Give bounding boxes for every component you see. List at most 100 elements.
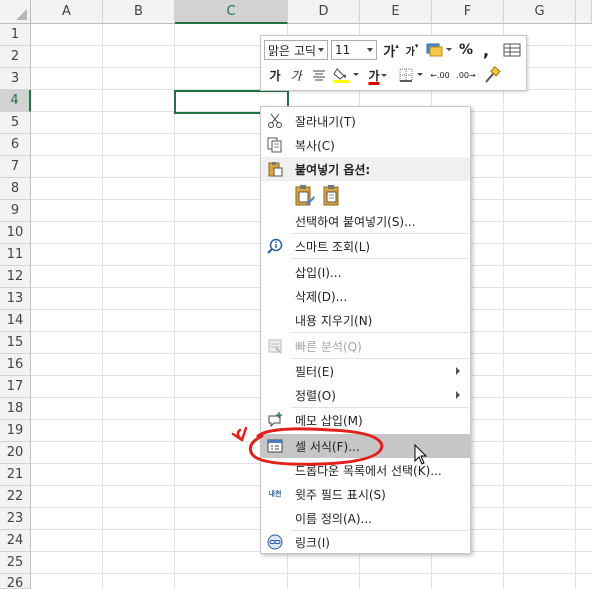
column-header-b[interactable]: B [103,0,175,24]
accounting-format-button[interactable] [424,40,454,60]
fill-color-button[interactable] [332,65,360,85]
row-header-9[interactable]: 9 [0,200,31,222]
menu-item-delete[interactable]: 삭제(D)... [261,284,470,308]
increase-decimal-button[interactable]: .00→ [455,65,477,85]
row-header-11[interactable]: 11 [0,244,31,266]
font-name-select[interactable]: 맑은 고딕 [264,40,328,60]
row-header-3[interactable]: 3 [0,68,31,90]
link-icon [267,534,283,550]
column-header-e[interactable]: E [360,0,432,24]
menu-item-paste-special[interactable]: 선택하여 붙여넣기(S)... [261,209,470,233]
row-header-17[interactable]: 17 [0,376,31,398]
grid-line [102,24,103,589]
font-color-icon: 가 [368,68,380,83]
row-header-22[interactable]: 22 [0,486,31,508]
grid-line [503,24,504,589]
font-size-select[interactable]: 11 [331,40,377,60]
format-painter-button[interactable] [481,65,503,85]
align-center-button[interactable] [309,65,329,85]
chevron-down-icon [367,48,373,52]
row-header-20[interactable]: 20 [0,442,31,464]
font-color-button[interactable]: 가 [364,65,392,85]
italic-button[interactable]: 가 [287,65,305,85]
paste-options-header: 붙여넣기 옵션: [261,157,470,181]
row-header-2[interactable]: 2 [0,46,31,68]
row-header-14[interactable]: 14 [0,310,31,332]
paste-formatting-icon[interactable] [293,184,315,208]
row-header-5[interactable]: 5 [0,112,31,134]
column-header-f[interactable]: F [432,0,504,24]
grow-font-icon: 가 [383,44,396,60]
menu-item-clear-contents[interactable]: 내용 지우기(N) [261,308,470,332]
format-cells-icon [267,438,283,454]
format-painter-table-button[interactable] [501,40,523,60]
menu-separator [291,258,469,259]
increase-decimal-icon: .00→ [456,70,476,80]
row-header-19[interactable]: 19 [0,420,31,442]
menu-item-label: 이름 정의(A)... [295,511,372,526]
percent-style-button[interactable]: % [457,40,475,60]
row-header-18[interactable]: 18 [0,398,31,420]
row-header-10[interactable]: 10 [0,222,31,244]
row-header-1[interactable]: 1 [0,24,31,46]
column-header-a[interactable]: A [31,0,103,24]
align-center-icon [313,70,325,81]
row-header-12[interactable]: 12 [0,266,31,288]
comma-style-button[interactable]: , [478,40,494,60]
menu-item-link[interactable]: 링크(I) [261,530,470,554]
caret-up-icon: ▴ [395,42,399,50]
menu-item-label: 윗주 필드 표시(S) [295,487,386,502]
row-header-7[interactable]: 7 [0,156,31,178]
paintbrush-icon [485,66,501,83]
shrink-font-icon: 가 [405,46,415,58]
row-header-21[interactable]: 21 [0,464,31,486]
row-header-24[interactable]: 24 [0,530,31,552]
row-header-8[interactable]: 8 [0,178,31,200]
column-header-d[interactable]: D [288,0,360,24]
menu-item-quick-analysis: 빠른 분석(Q) [261,334,470,358]
menu-item-label: 셀 서식(F)... [295,439,360,454]
menu-item-pick-from-list[interactable]: 드롭다운 목록에서 선택(K)... [261,458,470,482]
increase-font-size-button[interactable]: 가 ▴ [381,40,401,60]
row-header-25[interactable]: 25 [0,552,31,574]
row-header-15[interactable]: 15 [0,332,31,354]
menu-item-label: 빠른 분석(Q) [295,339,362,354]
menu-item-sort[interactable]: 정렬(O) [261,383,470,407]
decrease-font-size-button[interactable]: 가 ▾ [402,40,422,60]
decrease-decimal-button[interactable]: ←.00 [429,65,451,85]
menu-item-label: 정렬(O) [295,388,336,403]
menu-item-label: 메모 삽입(M) [295,413,363,428]
paste-options-label: 붙여넣기 옵션: [295,162,371,177]
row-header-6[interactable]: 6 [0,134,31,156]
column-header-g[interactable]: G [504,0,576,24]
row-header-16[interactable]: 16 [0,354,31,376]
menu-item-insert-comment[interactable]: 메모 삽입(M) [261,408,470,432]
column-header-c[interactable]: C [175,0,288,24]
menu-item-label: 삽입(I)... [295,265,342,280]
menu-item-label: 삭제(D)... [295,289,348,304]
borders-icon [399,68,423,82]
select-all-corner[interactable] [0,0,31,24]
menu-item-phonetic-field[interactable]: 내천 윗주 필드 표시(S) [261,482,470,506]
menu-item-define-name[interactable]: 이름 정의(A)... [261,506,470,530]
column-header-h[interactable] [576,0,592,24]
italic-icon: 가 [290,68,302,83]
row-header-26[interactable]: 26 [0,574,31,589]
grid-line [575,24,576,589]
borders-button[interactable] [397,65,425,85]
menu-item-label: 복사(C) [295,138,335,153]
menu-item-copy[interactable]: 복사(C) [261,133,470,157]
menu-item-filter[interactable]: 필터(E) [261,359,470,383]
menu-item-cut[interactable]: 잘라내기(T) [261,109,470,133]
menu-item-insert[interactable]: 삽입(I)... [261,260,470,284]
menu-item-smart-lookup[interactable]: 스마트 조회(L) [261,234,470,258]
paste-icon[interactable] [321,184,343,208]
row-header-23[interactable]: 23 [0,508,31,530]
row-header-13[interactable]: 13 [0,288,31,310]
row-header-4[interactable]: 4 [0,90,31,112]
phonetic-icon: 내천 [267,486,283,502]
menu-item-format-cells[interactable]: 셀 서식(F)... [261,434,470,458]
bold-button[interactable]: 가 [266,65,284,85]
clipboard-icon [267,161,283,177]
menu-item-label: 스마트 조회(L) [295,239,371,254]
